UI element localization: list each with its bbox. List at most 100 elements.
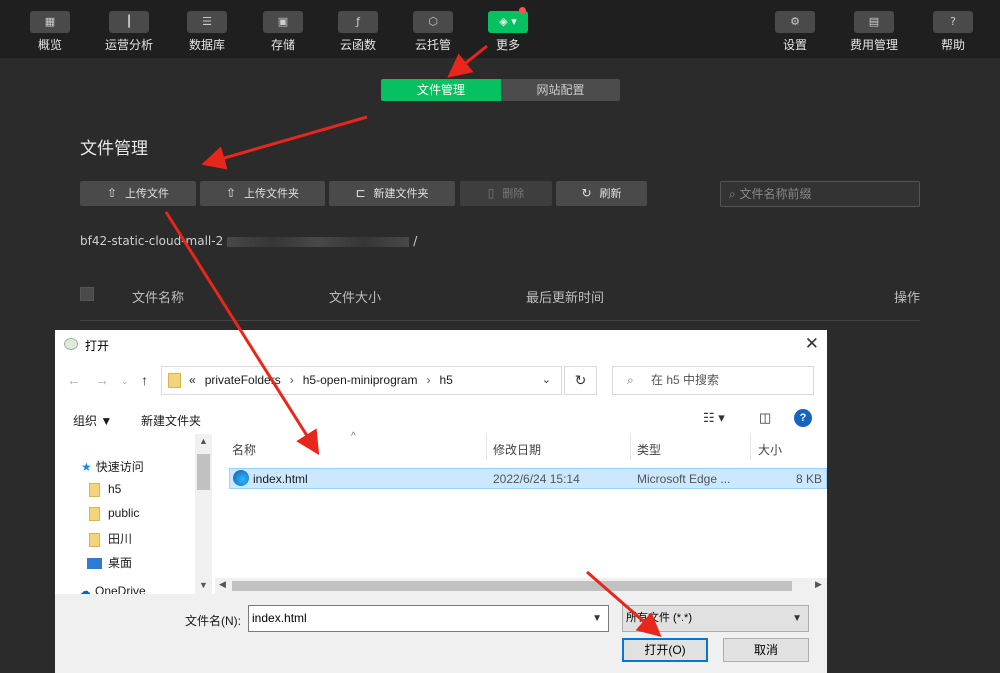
refresh-label: 刷新 bbox=[599, 187, 622, 200]
crumb-h5-open-miniprogram[interactable]: h5-open-miniprogram bbox=[303, 373, 418, 387]
col-file-name: 文件名称 bbox=[132, 291, 185, 306]
refresh-button[interactable]: ↻ 刷新 bbox=[556, 181, 647, 206]
up-arrow-icon[interactable]: ↑ bbox=[141, 372, 148, 388]
sidebar-item-label: 田川 bbox=[108, 532, 133, 546]
file-modified: 2022/6/24 15:14 bbox=[493, 472, 580, 486]
page-title: 文件管理 bbox=[80, 139, 148, 159]
dialog-footer: 文件名(N): index.html ▼ 所有文件 (*.*) ▼ 打开(O) 取消 bbox=[55, 594, 827, 673]
new-folder-button[interactable]: ⊏ 新建文件夹 bbox=[329, 181, 455, 206]
upload-icon: ⇧ bbox=[106, 186, 118, 200]
chevron-down-icon[interactable]: ⌄ bbox=[121, 376, 129, 387]
nav-analytics[interactable]: ┃ 运营分析 bbox=[94, 0, 164, 58]
nav-help[interactable]: ? 帮助 bbox=[918, 0, 988, 58]
grid-icon: ▦ bbox=[30, 11, 70, 33]
filename-label: 文件名(N): bbox=[185, 614, 241, 628]
organize-button[interactable]: 组织 ▼ bbox=[73, 412, 112, 429]
new-folder-button[interactable]: 新建文件夹 bbox=[141, 412, 201, 429]
crumb-private-folders[interactable]: privateFolders bbox=[205, 373, 281, 387]
nav-label: 云函数 bbox=[339, 38, 376, 52]
function-icon: ƒ bbox=[338, 11, 378, 33]
col-modified[interactable]: 修改日期 bbox=[493, 441, 541, 458]
view-options-icon[interactable]: ☷ ▾ bbox=[703, 410, 725, 426]
scroll-right-icon[interactable]: ▶ bbox=[815, 579, 822, 590]
crumb-overflow[interactable]: « bbox=[189, 373, 196, 387]
refresh-icon: ↻ bbox=[581, 186, 592, 200]
sidebar-item-label: OneDrive bbox=[95, 584, 146, 594]
refresh-icon: ↻ bbox=[574, 372, 587, 388]
sidebar-item-quick-access[interactable]: ★ 快速访问 bbox=[81, 458, 144, 475]
col-size[interactable]: 大小 bbox=[758, 441, 782, 458]
preview-pane-icon[interactable]: ◫ bbox=[759, 410, 771, 426]
sidebar-item-tianchuan[interactable]: 田川 bbox=[89, 530, 132, 547]
forward-arrow-icon[interactable]: → bbox=[95, 372, 109, 388]
nav-label: 云托管 bbox=[414, 38, 451, 52]
nav-storage[interactable]: ▣ 存储 bbox=[248, 0, 318, 58]
file-search-input[interactable]: ⌕ 文件名称前缀 bbox=[720, 181, 920, 207]
dialog-search-input[interactable]: ⌕ 在 h5 中搜索 bbox=[612, 366, 814, 395]
col-type[interactable]: 类型 bbox=[637, 441, 661, 458]
chevron-down-icon[interactable]: ▼ bbox=[592, 606, 602, 631]
chevron-down-icon[interactable]: ▼ bbox=[792, 606, 802, 631]
upload-file-button[interactable]: ⇧ 上传文件 bbox=[80, 181, 196, 206]
nav-settings[interactable]: ⚙ 设置 bbox=[760, 0, 830, 58]
sidebar-item-label: h5 bbox=[108, 482, 122, 496]
redacted-text bbox=[227, 236, 410, 247]
filetype-select[interactable]: 所有文件 (*.*) ▼ bbox=[622, 605, 809, 632]
close-icon[interactable]: ✕ bbox=[805, 334, 819, 354]
dialog-titlebar: 打开 ✕ bbox=[55, 330, 827, 360]
address-crumbs: « privateFolders › h5-open-miniprogram › h5 bbox=[189, 373, 462, 387]
column-divider[interactable] bbox=[630, 434, 631, 460]
nav-more[interactable]: ◈ ▾ 更多 bbox=[473, 0, 543, 58]
scroll-down-icon[interactable]: ▼ bbox=[199, 580, 208, 590]
tab-site-config[interactable]: 网站配置 bbox=[501, 79, 620, 101]
filename-input[interactable]: index.html ▼ bbox=[248, 605, 609, 632]
address-bar[interactable]: « privateFolders › h5-open-miniprogram › h5 ⌄ bbox=[161, 366, 562, 395]
sidebar-item-desktop[interactable]: 桌面 bbox=[87, 554, 132, 571]
path-suffix: / bbox=[413, 234, 418, 248]
nav-label: 运营分析 bbox=[104, 38, 153, 52]
nav-billing[interactable]: ▤ 费用管理 bbox=[839, 0, 909, 58]
crumb-separator: › bbox=[289, 373, 294, 387]
delete-button[interactable]: ▯ 删除 bbox=[460, 181, 552, 206]
search-icon: ⌕ bbox=[729, 187, 740, 201]
nav-functions[interactable]: ƒ 云函数 bbox=[323, 0, 393, 58]
col-updated-time: 最后更新时间 bbox=[526, 291, 605, 306]
scroll-left-icon[interactable]: ◀ bbox=[219, 579, 226, 590]
dialog-search-placeholder: 在 h5 中搜索 bbox=[651, 373, 720, 387]
sidebar-item-public[interactable]: public bbox=[89, 506, 139, 521]
nav-database[interactable]: ☰ 数据库 bbox=[172, 0, 242, 58]
bar-chart-icon: ┃ bbox=[109, 11, 149, 33]
column-divider[interactable] bbox=[750, 434, 751, 460]
select-all-checkbox[interactable] bbox=[80, 287, 94, 301]
col-name[interactable]: 名称 bbox=[232, 441, 256, 458]
sidebar-item-onedrive[interactable]: ☁ OneDrive bbox=[79, 584, 146, 594]
edge-browser-icon bbox=[233, 470, 249, 486]
search-placeholder: 文件名称前缀 bbox=[739, 187, 812, 201]
nav-overview[interactable]: ▦ 概览 bbox=[15, 0, 85, 58]
nav-cloud-hosting[interactable]: ⬡ 云托管 bbox=[398, 0, 468, 58]
nav-label: 费用管理 bbox=[849, 38, 898, 52]
sidebar-scrollbar[interactable]: ▲ ▼ bbox=[195, 434, 212, 594]
cancel-button[interactable]: 取消 bbox=[723, 638, 809, 662]
scroll-thumb[interactable] bbox=[232, 581, 792, 591]
command-bar: 组织 ▼ 新建文件夹 ☷ ▾ ◫ bbox=[55, 404, 827, 434]
file-name[interactable]: index.html bbox=[253, 472, 308, 486]
top-nav: ▦ 概览 ┃ 运营分析 ☰ 数据库 ▣ 存储 ƒ 云函数 ⬡ 云托管 ◈ ▾ 更… bbox=[0, 0, 1000, 58]
crumb-h5[interactable]: h5 bbox=[439, 373, 452, 387]
upload-folder-button[interactable]: ⇧ 上传文件夹 bbox=[200, 181, 325, 206]
upload-folder-label: 上传文件夹 bbox=[244, 187, 300, 200]
scroll-thumb[interactable] bbox=[197, 454, 210, 490]
scroll-up-icon[interactable]: ▲ bbox=[199, 436, 208, 446]
back-arrow-icon[interactable]: ← bbox=[67, 372, 81, 388]
tab-file-manage[interactable]: 文件管理 bbox=[381, 79, 501, 101]
nav-pane: ★ 快速访问 h5 public 田川 桌面 ☁ OneDrive bbox=[55, 434, 213, 594]
sidebar-item-h5[interactable]: h5 bbox=[89, 482, 121, 497]
help-icon[interactable]: ? bbox=[794, 409, 812, 427]
open-button[interactable]: 打开(O) bbox=[622, 638, 708, 662]
refresh-button[interactable]: ↻ bbox=[564, 366, 597, 395]
layers-icon: ◈ ▾ bbox=[488, 11, 528, 33]
dialog-title: 打开 bbox=[85, 339, 110, 353]
file-list-hscrollbar[interactable]: ◀ ▶ bbox=[215, 578, 827, 594]
chevron-down-icon[interactable]: ⌄ bbox=[542, 373, 551, 386]
column-divider[interactable] bbox=[486, 434, 487, 460]
